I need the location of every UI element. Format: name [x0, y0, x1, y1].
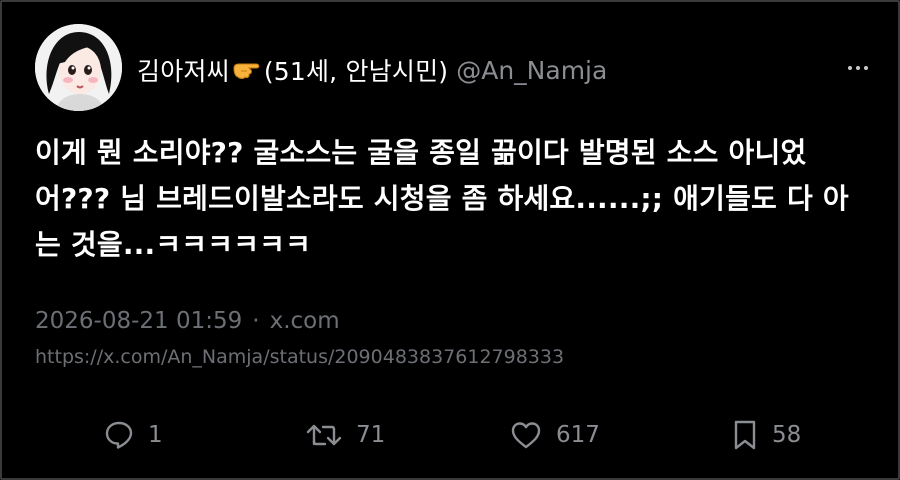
retweet-count: 71	[356, 422, 386, 448]
meta-separator: ·	[252, 308, 260, 334]
like-button[interactable]: 617	[510, 410, 600, 460]
reply-button[interactable]: 1	[104, 410, 163, 460]
bookmark-icon	[734, 420, 756, 450]
source-label: x.com	[269, 308, 340, 334]
timestamp[interactable]: 2026-08-21 01:59	[35, 308, 242, 334]
bookmark-count: 58	[772, 422, 802, 448]
like-count: 617	[556, 422, 600, 448]
reply-icon	[105, 421, 133, 449]
status-url[interactable]: https://x.com/An_Namja/status/2090483837…	[35, 346, 564, 368]
pointing-hand-emoji-icon	[232, 59, 262, 81]
tweet-header: 김아저씨 (51세, 안남시민) @An_Namja	[137, 50, 607, 90]
display-name[interactable]: 김아저씨	[137, 52, 230, 88]
tweet-meta: 2026-08-21 01:59 · x.com	[35, 308, 340, 334]
more-dots-icon[interactable]	[848, 60, 870, 76]
retweet-button[interactable]: 71	[306, 410, 385, 460]
avatar[interactable]	[35, 24, 122, 111]
tweet-text: 이게 뭔 소리야?? 굴소스는 굴을 종일 끎이다 발명된 소스 아니었어???…	[35, 136, 849, 261]
reply-count: 1	[148, 422, 163, 448]
display-name-suffix: (51세, 안남시민)	[263, 57, 449, 86]
heart-icon	[511, 422, 541, 449]
bookmark-button[interactable]: 58	[732, 410, 801, 460]
retweet-icon	[306, 424, 342, 446]
avatar-illustration-icon	[35, 24, 122, 111]
user-handle[interactable]: @An_Namja	[456, 56, 607, 85]
action-bar: 1 71 617 58	[0, 410, 900, 460]
